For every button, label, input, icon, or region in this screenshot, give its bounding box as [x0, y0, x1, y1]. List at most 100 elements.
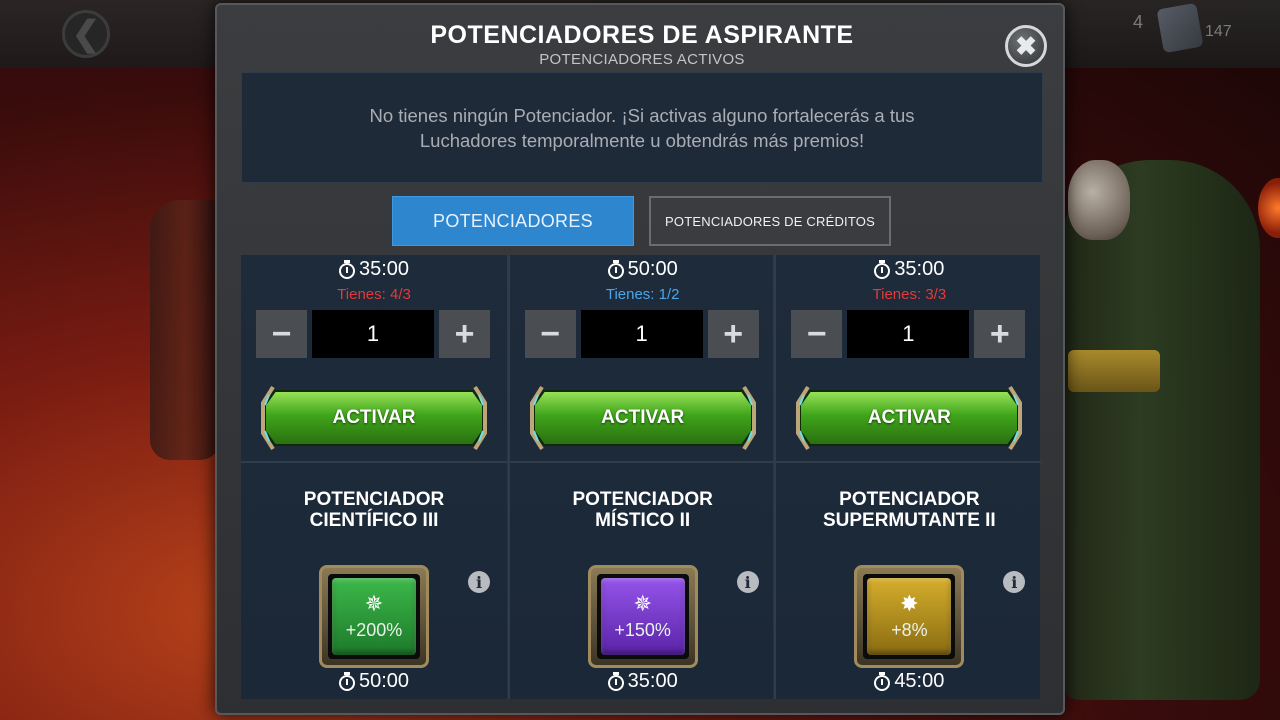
- stopwatch-icon: [607, 671, 624, 691]
- booster-tile-mystic: ✵ +150%: [600, 578, 685, 655]
- booster-name-line1: POTENCIADOR: [572, 489, 713, 510]
- quantity-decrease-button[interactable]: −: [256, 310, 307, 358]
- quantity-value: 1: [902, 321, 915, 346]
- modal-subtitle: POTENCIADORES ACTIVOS: [539, 51, 745, 68]
- owned-count: Tienes: 3/3: [872, 286, 947, 303]
- activate-button[interactable]: ACTIVAR: [529, 383, 756, 453]
- owned-count: Tienes: 1/2: [605, 286, 680, 303]
- background-champion-head: [1068, 160, 1130, 240]
- hud-resource-amount: 147: [1205, 23, 1232, 40]
- background-champion-belt: [1068, 350, 1160, 392]
- quantity-input[interactable]: 1: [312, 310, 434, 358]
- mutant-burst-icon: ✸: [900, 591, 919, 616]
- booster-cards: 35:00 Tienes: 4/3 − 1 + ACTIVAR POTENCIA…: [241, 255, 1043, 699]
- info-glyph: i: [1011, 572, 1018, 592]
- plus-icon: +: [723, 314, 744, 353]
- active-boosts-message: No tienes ningún Potenciador. ¡Si activa…: [369, 104, 915, 151]
- boost-duration-value: 35:00: [894, 258, 945, 280]
- activate-label: ACTIVAR: [601, 407, 685, 428]
- booster-icon-frame: ✵ +200%: [319, 565, 429, 668]
- tab-credit-boosts[interactable]: POTENCIADORES DE CRÉDITOS: [649, 196, 891, 246]
- booster-bonus: +8%: [891, 620, 928, 640]
- back-arrow-icon: ❮: [71, 15, 101, 53]
- quantity-decrease-button[interactable]: −: [524, 310, 576, 358]
- mystic-burst-icon: ✵: [633, 591, 652, 616]
- tab-credit-boosts-label: POTENCIADORES DE CRÉDITOS: [665, 213, 875, 229]
- activate-label: ACTIVAR: [332, 407, 416, 428]
- booster-bonus: +200%: [345, 620, 403, 640]
- booster-name: POTENCIADOR SUPERMUTANTE II: [776, 489, 1042, 531]
- boost-duration: 35:00: [776, 258, 1042, 281]
- info-glyph: i: [744, 572, 751, 592]
- boost-duration-value: 35:00: [358, 258, 410, 280]
- booster-name-line2: MÍSTICO II: [595, 510, 691, 531]
- tab-boosts[interactable]: POTENCIADORES: [392, 196, 634, 246]
- boost-duration-value: 50:00: [627, 258, 678, 280]
- booster-card-controls: 35:00 Tienes: 4/3 − 1 + ACTIVAR: [241, 255, 507, 463]
- booster-name-line2: CIENTÍFICO III: [309, 510, 439, 531]
- booster-name-line1: POTENCIADOR: [839, 489, 980, 510]
- boosts-modal: POTENCIADORES DE ASPIRANTE POTENCIADORES…: [215, 3, 1065, 715]
- background-champion-left: [150, 200, 220, 460]
- boost-remaining: 45:00: [776, 670, 1042, 693]
- booster-icon-frame: ✵ +150%: [587, 565, 698, 668]
- booster-card-scientific: 35:00 Tienes: 4/3 − 1 + ACTIVAR POTENCIA…: [241, 255, 507, 699]
- booster-icon-inner: ✸ +8%: [863, 574, 956, 659]
- booster-icon-inner: ✵ +150%: [596, 574, 689, 659]
- modal-title: POTENCIADORES DE ASPIRANTE: [430, 21, 854, 49]
- boost-remaining-value: 35:00: [627, 670, 678, 692]
- boost-remaining-value: 50:00: [358, 670, 410, 692]
- stopwatch-icon: [338, 259, 355, 279]
- info-icon[interactable]: i: [468, 571, 490, 593]
- plus-icon: +: [454, 314, 475, 353]
- tab-boosts-label: POTENCIADORES: [433, 210, 593, 231]
- resource-chip-icon: [1156, 2, 1204, 54]
- minus-icon: −: [806, 314, 827, 353]
- owned-count: Tienes: 4/3: [337, 286, 411, 303]
- boost-remaining: 50:00: [241, 670, 507, 693]
- back-button[interactable]: ❮: [62, 10, 110, 58]
- quantity-input[interactable]: 1: [580, 310, 703, 358]
- activate-button[interactable]: ACTIVAR: [261, 383, 487, 453]
- boost-duration: 35:00: [241, 258, 507, 281]
- quantity-increase-button[interactable]: +: [707, 310, 759, 358]
- booster-name: POTENCIADOR CIENTÍFICO III: [241, 489, 507, 531]
- plus-icon: +: [989, 314, 1010, 353]
- activate-label: ACTIVAR: [867, 407, 951, 428]
- booster-tile-mutant: ✸ +8%: [867, 578, 952, 655]
- quantity-input[interactable]: 1: [847, 310, 970, 358]
- quantity-increase-button[interactable]: +: [974, 310, 1026, 358]
- booster-tile-scientific: ✵ +200%: [332, 578, 416, 655]
- stopwatch-icon: [874, 671, 891, 691]
- scientific-burst-icon: ✵: [364, 591, 384, 616]
- stopwatch-icon: [874, 259, 891, 279]
- info-glyph: i: [475, 572, 483, 592]
- boost-duration: 50:00: [510, 258, 776, 281]
- background-fire-glow: [1258, 178, 1280, 238]
- quantity-increase-button[interactable]: +: [439, 310, 490, 358]
- info-icon[interactable]: i: [736, 571, 759, 593]
- booster-icon-frame: ✸ +8%: [854, 565, 965, 668]
- minus-icon: −: [271, 314, 292, 353]
- hud-count: 4: [1133, 12, 1144, 32]
- quantity-value: 1: [366, 321, 380, 346]
- activate-button[interactable]: ACTIVAR: [796, 383, 1023, 453]
- booster-name-line2: SUPERMUTANTE II: [822, 510, 996, 531]
- close-icon: ✖: [1015, 31, 1037, 61]
- boost-remaining: 35:00: [510, 670, 776, 693]
- close-button[interactable]: ✖: [1005, 25, 1047, 67]
- booster-card-mystic: 50:00 Tienes: 1/2 − 1 + ACTIVAR POTENCIA…: [507, 255, 776, 699]
- booster-name-line1: POTENCIADOR: [303, 489, 445, 510]
- booster-icon-inner: ✵ +200%: [328, 574, 420, 659]
- background-champion-right: [1060, 160, 1260, 700]
- booster-bonus: +150%: [614, 620, 671, 640]
- booster-card-controls: 50:00 Tienes: 1/2 − 1 + ACTIVAR: [509, 255, 776, 463]
- quantity-value: 1: [635, 321, 648, 346]
- quantity-decrease-button[interactable]: −: [791, 310, 843, 358]
- active-boosts-panel: No tienes ningún Potenciador. ¡Si activa…: [241, 72, 1043, 183]
- info-icon[interactable]: i: [1003, 571, 1026, 593]
- booster-card-controls: 35:00 Tienes: 3/3 − 1 + ACTIVAR: [776, 255, 1043, 463]
- minus-icon: −: [540, 314, 561, 353]
- booster-card-mutant: 35:00 Tienes: 3/3 − 1 + ACTIVAR POTENCIA…: [774, 255, 1043, 699]
- stopwatch-icon: [338, 671, 355, 691]
